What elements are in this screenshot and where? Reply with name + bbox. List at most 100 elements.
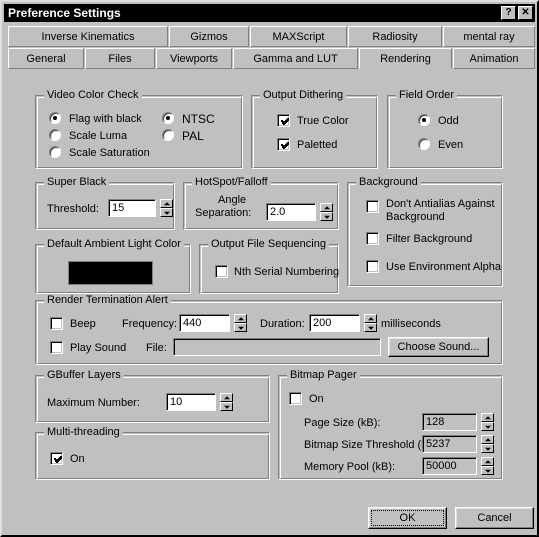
radio-ntsc[interactable]: [162, 112, 174, 124]
group-title: Output Dithering: [260, 89, 347, 101]
input-super-black-threshold[interactable]: 15: [108, 199, 156, 217]
input-page-size[interactable]: 128: [422, 413, 477, 431]
group-gbuffer-layers: GBuffer Layers Maximum Number: 10: [35, 369, 270, 423]
spinner-angle-separation[interactable]: [320, 203, 333, 221]
label-bitmap-size-threshold: Bitmap Size Threshold (kB):: [304, 439, 441, 451]
input-sound-file[interactable]: [173, 338, 381, 356]
spinner-up-icon[interactable]: [320, 203, 333, 212]
radio-pal[interactable]: [162, 129, 174, 141]
label-multithreading-on: On: [70, 453, 85, 465]
tab-radiosity[interactable]: Radiosity: [348, 26, 442, 47]
tab-label: Inverse Kinematics: [41, 30, 135, 43]
tab-general[interactable]: General: [8, 48, 84, 69]
checkbox-bitmap-pager-on[interactable]: [289, 392, 302, 405]
label-scale-luma: Scale Luma: [69, 130, 128, 142]
spinner-down-icon[interactable]: [160, 208, 173, 217]
group-hotspot-falloff: HotSpot/Falloff Angle Separation: 2.0: [183, 176, 339, 230]
spinner-super-black-threshold[interactable]: [160, 199, 173, 217]
group-super-black: Super Black Threshold: 15: [35, 176, 175, 230]
ambient-light-color-swatch[interactable]: [68, 261, 153, 285]
label-angle: Angle: [218, 194, 247, 206]
checkbox-filter-background[interactable]: [366, 232, 379, 245]
group-title: Video Color Check: [44, 89, 142, 101]
tab-mental-ray[interactable]: mental ray: [443, 26, 535, 47]
checkbox-dont-antialias-against-background[interactable]: [366, 200, 379, 213]
label-flag-with-black: Flag with black: [69, 113, 142, 125]
input-duration[interactable]: 200: [309, 314, 360, 332]
tab-inverse-kinematics[interactable]: Inverse Kinematics: [8, 26, 168, 47]
checkbox-use-environment-alpha[interactable]: [366, 260, 379, 273]
tab-files[interactable]: Files: [85, 48, 155, 69]
input-memory-pool[interactable]: 50000: [422, 457, 477, 475]
spinner-down-icon[interactable]: [364, 323, 377, 332]
group-title: Bitmap Pager: [287, 369, 360, 381]
tab-label: General: [26, 52, 66, 65]
tab-viewports[interactable]: Viewports: [156, 48, 232, 69]
title-bar[interactable]: Preference Settings ? ✕: [4, 4, 535, 22]
label-odd: Odd: [438, 115, 459, 127]
radio-flag-with-black[interactable]: [49, 112, 61, 124]
tab-animation[interactable]: Animation: [453, 48, 535, 69]
tab-label: Files: [108, 52, 132, 65]
tab-gamma-and-lut[interactable]: Gamma and LUT: [233, 48, 358, 69]
label-file: File:: [146, 342, 167, 354]
label-ntsc: NTSC: [182, 112, 215, 126]
spinner-down-icon[interactable]: [220, 402, 233, 411]
input-frequency[interactable]: 440: [179, 314, 230, 332]
checkbox-beep[interactable]: [50, 317, 63, 330]
radio-even[interactable]: [418, 138, 430, 150]
spinner-up-icon[interactable]: [160, 199, 173, 208]
spinner-bitmap-size-threshold[interactable]: [481, 435, 494, 453]
spinner-up-icon[interactable]: [481, 435, 494, 444]
spinner-down-icon[interactable]: [234, 323, 247, 332]
spinner-up-icon[interactable]: [364, 314, 377, 323]
label-beep: Beep: [70, 318, 96, 330]
close-icon[interactable]: ✕: [518, 6, 533, 20]
choose-sound-button[interactable]: Choose Sound...: [388, 337, 489, 357]
input-gbuffer-maximum-number[interactable]: 10: [166, 393, 216, 411]
tab-label: MAXScript: [272, 30, 325, 43]
spinner-up-icon[interactable]: [481, 413, 494, 422]
spinner-up-icon[interactable]: [481, 457, 494, 466]
radio-scale-luma[interactable]: [49, 129, 61, 141]
spinner-duration[interactable]: [364, 314, 377, 332]
checkbox-true-color[interactable]: [277, 114, 290, 127]
label-pal: PAL: [182, 129, 204, 143]
group-render-termination-alert: Render Termination Alert Beep Frequency:…: [35, 294, 503, 365]
spinner-frequency[interactable]: [234, 314, 247, 332]
label-filter-background: Filter Background: [386, 233, 473, 245]
group-bitmap-pager: Bitmap Pager On Page Size (kB): 128 Bitm…: [278, 369, 503, 480]
cancel-label: Cancel: [477, 512, 512, 524]
tab-gizmos[interactable]: Gizmos: [169, 26, 249, 47]
spinner-down-icon[interactable]: [481, 444, 494, 453]
input-angle-separation[interactable]: 2.0: [266, 203, 316, 221]
cancel-button[interactable]: Cancel: [455, 507, 534, 529]
spinner-down-icon[interactable]: [481, 422, 494, 431]
label-scale-saturation: Scale Saturation: [69, 147, 150, 159]
label-use-environment-alpha: Use Environment Alpha: [386, 261, 501, 273]
ok-button[interactable]: OK: [368, 507, 447, 529]
label-dont-antialias-against-background: Don't Antialias Against Background: [386, 198, 495, 223]
tab-maxscript[interactable]: MAXScript: [250, 26, 347, 47]
checkbox-play-sound[interactable]: [50, 341, 63, 354]
spinner-up-icon[interactable]: [220, 393, 233, 402]
spinner-memory-pool[interactable]: [481, 457, 494, 475]
group-title: Render Termination Alert: [44, 294, 171, 306]
label-nth-serial-numbering: Nth Serial Numbering: [234, 266, 340, 278]
spinner-page-size[interactable]: [481, 413, 494, 431]
checkbox-nth-serial-numbering[interactable]: [215, 265, 228, 278]
radio-scale-saturation[interactable]: [49, 146, 61, 158]
label-duration: Duration:: [260, 318, 305, 330]
checkbox-paletted[interactable]: [277, 138, 290, 151]
radio-odd[interactable]: [418, 114, 430, 126]
spinner-up-icon[interactable]: [234, 314, 247, 323]
tab-rendering[interactable]: Rendering: [359, 48, 452, 69]
help-icon[interactable]: ?: [501, 6, 516, 20]
label-separation: Separation:: [195, 207, 252, 219]
spinner-down-icon[interactable]: [320, 212, 333, 221]
spinner-gbuffer-maximum-number[interactable]: [220, 393, 233, 411]
group-output-file-sequencing: Output File Sequencing Nth Serial Number…: [199, 238, 340, 294]
input-bitmap-size-threshold[interactable]: 5237: [422, 435, 477, 453]
spinner-down-icon[interactable]: [481, 466, 494, 475]
checkbox-multithreading-on[interactable]: [50, 452, 63, 465]
